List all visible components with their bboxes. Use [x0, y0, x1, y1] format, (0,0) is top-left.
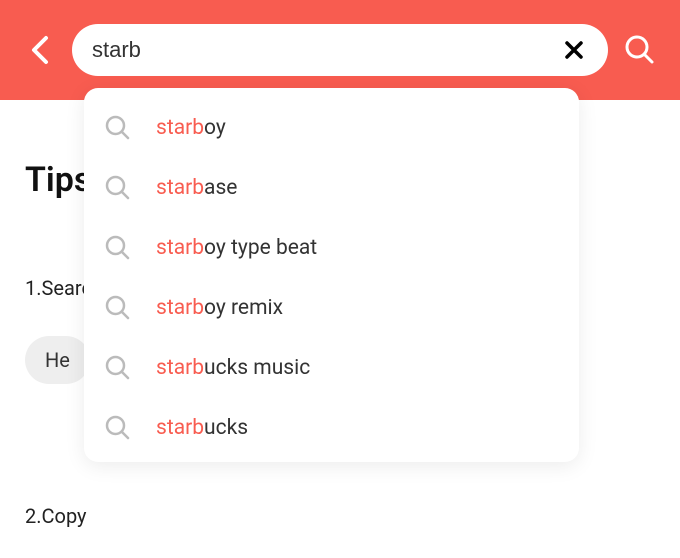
search-icon [104, 354, 132, 382]
suggestion-text: starbucks music [156, 356, 310, 380]
close-icon [564, 40, 584, 60]
search-icon [624, 34, 656, 66]
back-button[interactable] [20, 30, 60, 70]
tip-pill[interactable]: He [25, 336, 90, 384]
search-box [72, 24, 608, 76]
suggestion-text: starboy remix [156, 296, 283, 320]
suggestion-text: starboy type beat [156, 236, 317, 260]
search-icon [104, 114, 132, 142]
suggestion-item[interactable]: starbucks [84, 398, 579, 458]
tip-line-2: 2.Copy [25, 504, 655, 528]
suggestion-item[interactable]: starboy remix [84, 278, 579, 338]
search-input[interactable] [92, 37, 560, 63]
search-button[interactable] [620, 30, 660, 70]
clear-button[interactable] [560, 36, 588, 64]
header-bar [0, 0, 680, 100]
chevron-left-icon [29, 34, 51, 66]
suggestions-dropdown: starboy starbase starboy type beat starboy … [84, 88, 579, 462]
suggestion-item[interactable]: starboy [84, 98, 579, 158]
search-icon [104, 174, 132, 202]
suggestion-item[interactable]: starboy type beat [84, 218, 579, 278]
search-icon [104, 294, 132, 322]
search-icon [104, 234, 132, 262]
suggestion-item[interactable]: starbase [84, 158, 579, 218]
suggestion-text: starboy [156, 116, 226, 140]
suggestion-item[interactable]: starbucks music [84, 338, 579, 398]
suggestion-text: starbase [156, 176, 237, 200]
suggestion-text: starbucks [156, 416, 248, 440]
search-icon [104, 414, 132, 442]
